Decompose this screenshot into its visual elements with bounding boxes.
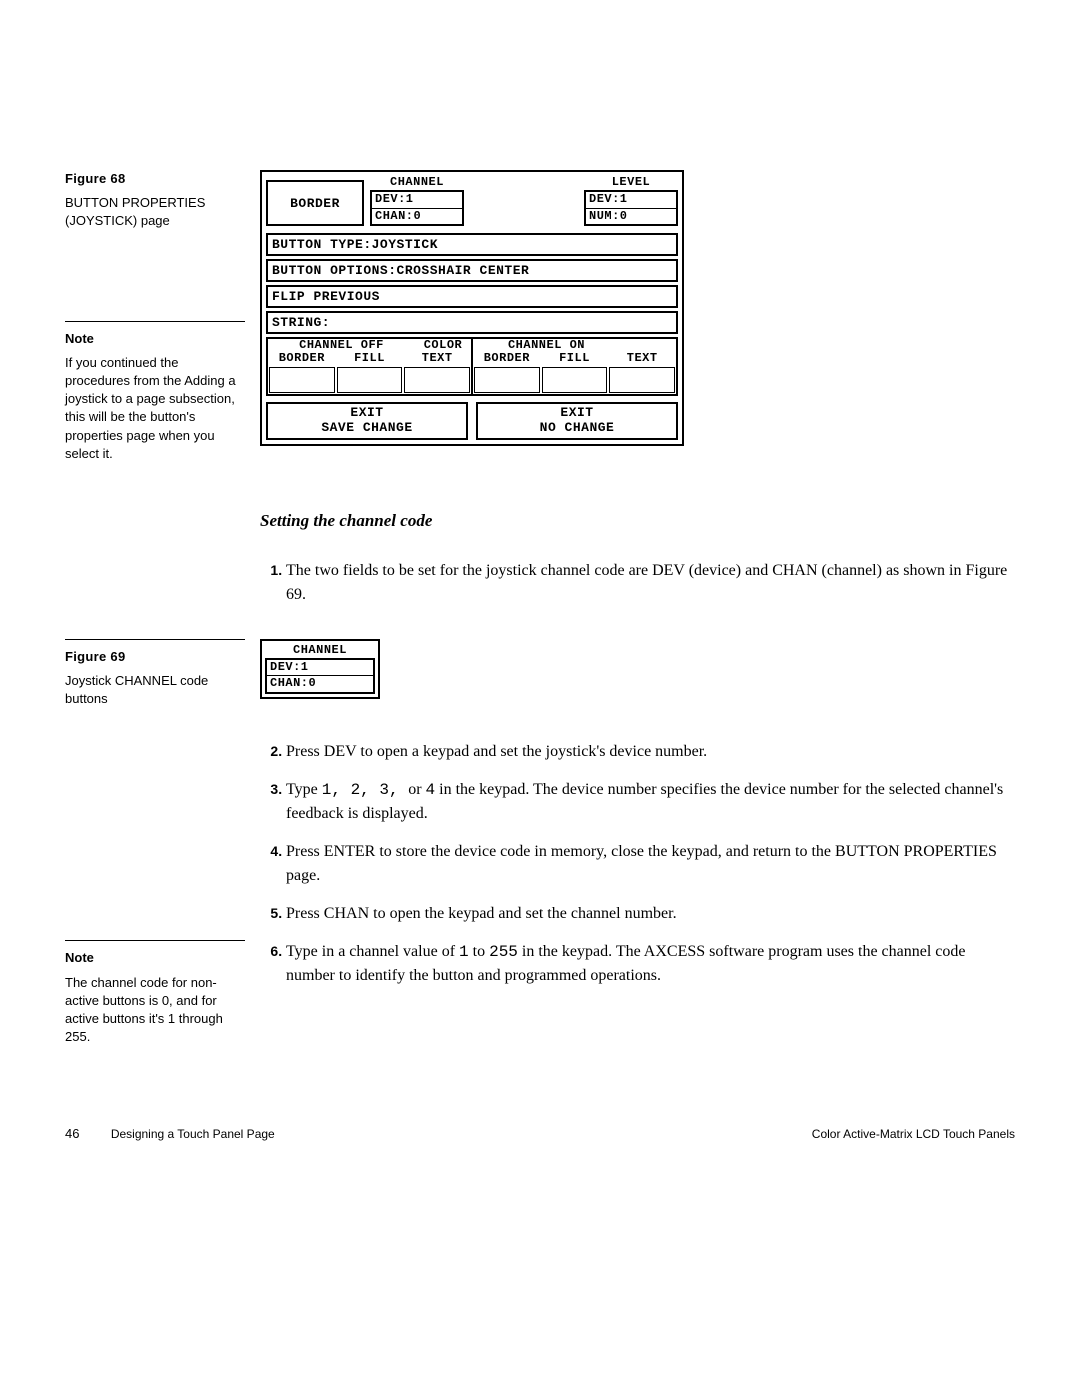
- off-fill-button[interactable]: [337, 367, 403, 393]
- exit-save-button[interactable]: EXIT SAVE CHANGE: [266, 402, 468, 441]
- on-border-button[interactable]: [474, 367, 540, 393]
- steps-2-5-row: Press DEV to open a keypad and set the j…: [65, 740, 1015, 940]
- note-1-title: Note: [65, 330, 245, 348]
- note-2-body: The channel code for non-active buttons …: [65, 974, 245, 1047]
- figure-69-panel: CHANNEL DEV:1 CHAN:0: [260, 639, 380, 699]
- page-footer: 46 Designing a Touch Panel Page Color Ac…: [65, 1126, 1015, 1141]
- exit-no-l2: NO CHANGE: [478, 421, 676, 436]
- figure-68-label: Figure 68: [65, 170, 245, 188]
- figure-69-caption: Joystick CHANNEL code buttons: [65, 672, 245, 708]
- step-6a: Type in a channel value of: [286, 943, 459, 960]
- color-on-half: CHANNEL ON . BORDER FILL TEXT: [471, 337, 678, 395]
- note-1-body: If you continued the procedures from the…: [65, 354, 245, 463]
- off-text-button[interactable]: [404, 367, 470, 393]
- color-off-half: CHANNEL OFF COLOR BORDER FILL TEXT: [266, 337, 473, 395]
- top-row: BORDER CHANNEL DEV:1 CHAN:0 LEVEL DEV: [262, 172, 682, 230]
- step-3-codes: 1, 2, 3,: [322, 781, 408, 799]
- step-6-code1: 1: [459, 943, 469, 961]
- button-options-row[interactable]: BUTTON OPTIONS:CROSSHAIR CENTER: [266, 259, 678, 282]
- color-row: CHANNEL OFF COLOR BORDER FILL TEXT: [266, 337, 678, 395]
- page: Figure 68 BUTTON PROPERTIES (JOYSTICK) p…: [0, 0, 1080, 1201]
- on-text-button[interactable]: [609, 367, 675, 393]
- step-5: Press CHAN to open the keypad and set th…: [286, 902, 1015, 926]
- level-dev-button[interactable]: DEV:1: [586, 192, 676, 208]
- level-label: LEVEL: [612, 176, 651, 188]
- step-6-row: Note The channel code for non-active but…: [65, 940, 1015, 1046]
- figure-69-row: Figure 69 Joystick CHANNEL code buttons …: [65, 639, 1015, 709]
- step-6: Type in a channel value of 1 to 255 in t…: [286, 940, 1015, 988]
- step-6-code2: 255: [489, 943, 518, 961]
- note-2-rule: [65, 940, 245, 941]
- off-border-button[interactable]: [269, 367, 335, 393]
- figure-68-row: Figure 68 BUTTON PROPERTIES (JOYSTICK) p…: [65, 170, 1015, 463]
- on-text-label: TEXT: [608, 352, 676, 365]
- on-fill-button[interactable]: [542, 367, 608, 393]
- off-fill-label: FILL: [336, 352, 404, 365]
- figure-68-side: Figure 68 BUTTON PROPERTIES (JOYSTICK) p…: [65, 170, 260, 463]
- off-border-label: BORDER: [268, 352, 336, 365]
- on-border-label: BORDER: [473, 352, 541, 365]
- figure-69-channel-label: CHANNEL: [265, 644, 375, 656]
- step-2: Press DEV to open a keypad and set the j…: [286, 740, 1015, 764]
- exit-save-l2: SAVE CHANGE: [268, 421, 466, 436]
- note-2-side: Note The channel code for non-active but…: [65, 940, 260, 1046]
- figure-68-diagram-col: BORDER CHANNEL DEV:1 CHAN:0 LEVEL DEV: [260, 170, 1015, 446]
- note-2-title: Note: [65, 949, 245, 967]
- properties-panel: BORDER CHANNEL DEV:1 CHAN:0 LEVEL DEV: [260, 170, 684, 446]
- page-number: 46: [65, 1126, 79, 1141]
- level-box: LEVEL DEV:1 NUM:0: [584, 176, 678, 226]
- figure-69-label: Figure 69: [65, 648, 245, 666]
- section-row: Setting the channel code The two fields …: [65, 463, 1015, 621]
- channel-chan-button[interactable]: CHAN:0: [372, 208, 462, 225]
- figure-69-rule: [65, 639, 245, 640]
- off-text-label: TEXT: [403, 352, 471, 365]
- exit-row: EXIT SAVE CHANGE EXIT NO CHANGE: [266, 402, 678, 441]
- figure-69-dev-button[interactable]: DEV:1: [267, 660, 373, 676]
- string-row[interactable]: STRING:: [266, 311, 678, 334]
- channel-label: CHANNEL: [390, 176, 444, 188]
- step-3-or: or: [408, 781, 425, 798]
- level-num-button[interactable]: NUM:0: [586, 208, 676, 225]
- exit-no-l1: EXIT: [478, 406, 676, 421]
- border-button[interactable]: BORDER: [266, 180, 364, 226]
- figure-69-side: Figure 69 Joystick CHANNEL code buttons: [65, 639, 260, 709]
- step-4: Press ENTER to store the device code in …: [286, 840, 1015, 888]
- button-type-row[interactable]: BUTTON TYPE:JOYSTICK: [266, 233, 678, 256]
- channel-dev-button[interactable]: DEV:1: [372, 192, 462, 208]
- exit-save-l1: EXIT: [268, 406, 466, 421]
- step-3-code4: 4: [426, 781, 436, 799]
- on-fill-label: FILL: [541, 352, 609, 365]
- step-6-to: to: [469, 943, 489, 960]
- exit-no-button[interactable]: EXIT NO CHANGE: [476, 402, 678, 441]
- footer-right: Color Active-Matrix LCD Touch Panels: [812, 1127, 1015, 1141]
- figure-68-caption: BUTTON PROPERTIES (JOYSTICK) page: [65, 194, 245, 230]
- step-3a: Type: [286, 781, 322, 798]
- section-title: Setting the channel code: [260, 511, 1015, 531]
- figure-69-chan-button[interactable]: CHAN:0: [267, 675, 373, 692]
- flip-row[interactable]: FLIP PREVIOUS: [266, 285, 678, 308]
- step-3: Type 1, 2, 3, or 4 in the keypad. The de…: [286, 778, 1015, 826]
- footer-left: Designing a Touch Panel Page: [111, 1127, 275, 1141]
- channel-box: CHANNEL DEV:1 CHAN:0: [370, 176, 464, 226]
- note-rule: [65, 321, 245, 322]
- step-1: The two fields to be set for the joystic…: [286, 559, 1015, 607]
